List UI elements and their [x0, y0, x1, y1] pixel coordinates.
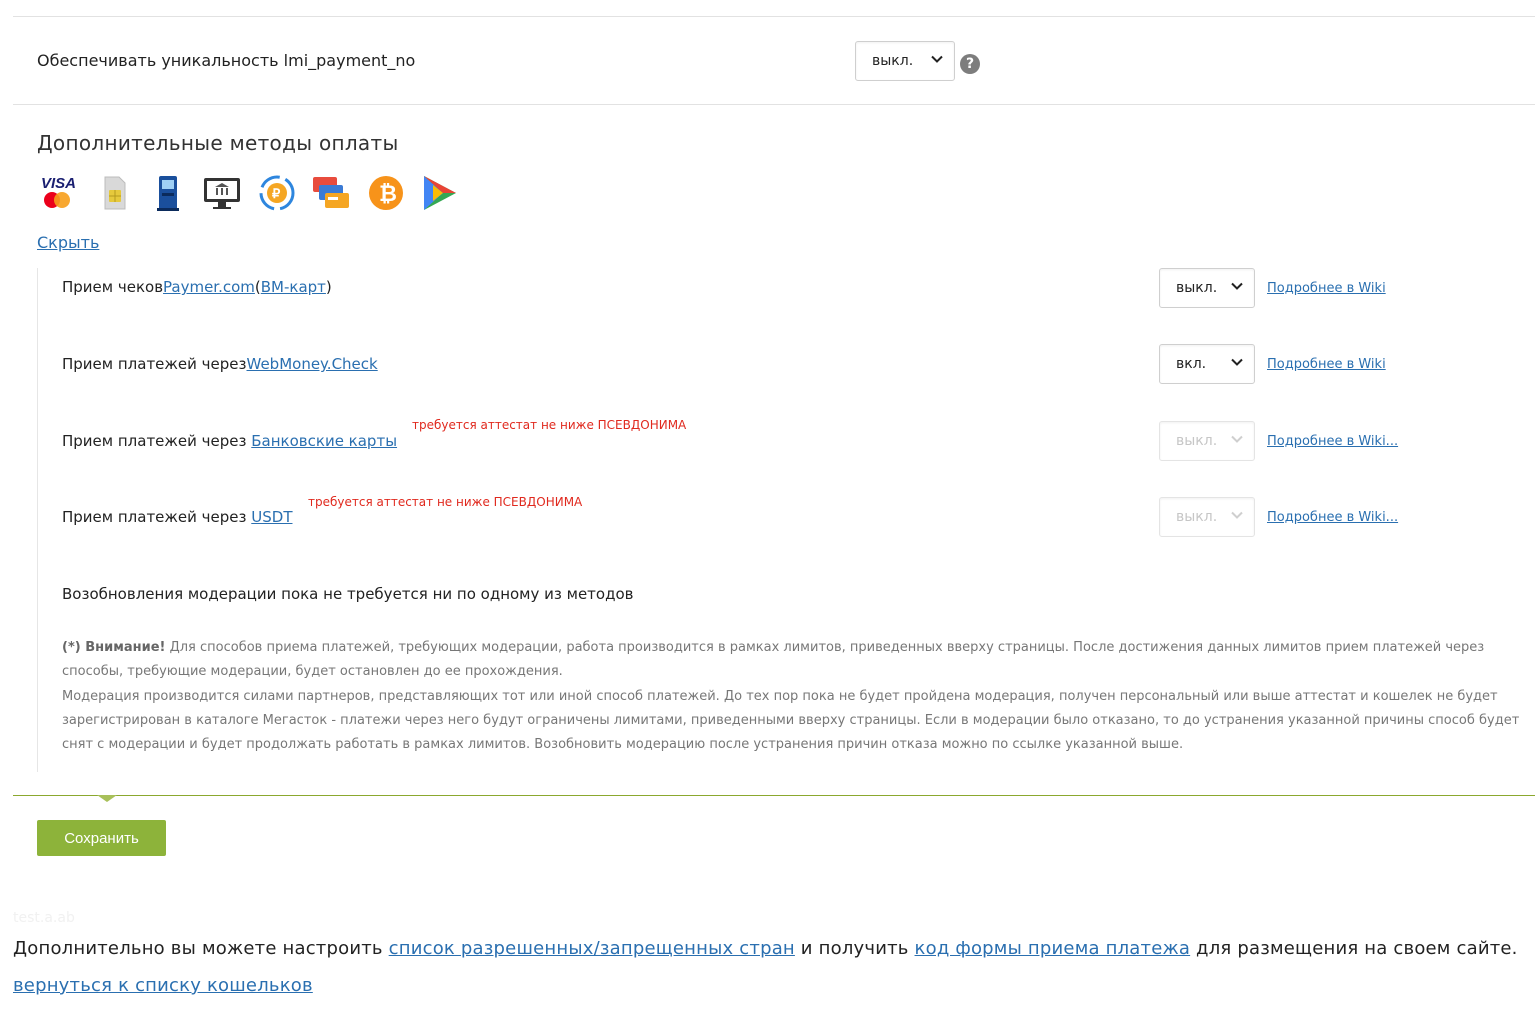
method-webmoney-check: Прием платежей черезWebMoney.Check [62, 355, 378, 373]
usdt-link[interactable]: USDT [251, 508, 292, 526]
section-title: Дополнительные методы оплаты [37, 131, 399, 155]
method-bank-cards: Прием платежей через Банковские карты [62, 432, 397, 450]
method-usdt: Прием платежей через USDT [62, 508, 292, 526]
chevron-down-icon [1231, 511, 1243, 519]
usdt-select: выкл. [1159, 497, 1255, 537]
section-divider [13, 104, 1535, 105]
play-market-icon [424, 176, 456, 210]
methods-panel-border [37, 268, 38, 772]
attention-label: (*) Внимание! [62, 640, 166, 655]
attention-text-1: Для способов приема платежей, требующих … [62, 640, 1485, 680]
webmoney-check-link[interactable]: WebMoney.Check [247, 355, 378, 373]
uniqueness-label: Обеспечивать уникальность lmi_payment_no [37, 51, 416, 70]
method-paymer: Прием чековPaymer.com(ВМ-карт) [62, 278, 332, 296]
bank-icon [204, 178, 240, 209]
save-button[interactable]: Сохранить [37, 820, 166, 856]
usdt-select-value: выкл. [1176, 509, 1218, 525]
bottom-text-2: и получить [794, 938, 915, 959]
paymer-link[interactable]: Paymer.com [163, 278, 255, 296]
bank-cards-select-value: выкл. [1176, 433, 1218, 449]
moderation-status: Возобновления модерации пока не требуетс… [62, 585, 634, 603]
svg-text:₽: ₽ [272, 186, 281, 201]
bank-cards-select: выкл. [1159, 421, 1255, 461]
bottom-info: Дополнительно вы можете настроить список… [13, 938, 1518, 959]
bank-cards-wiki-link[interactable]: Подробнее в Wiki... [1267, 434, 1398, 449]
paymer-select-value: выкл. [1176, 280, 1218, 296]
bank-cards-link[interactable]: Банковские карты [251, 432, 397, 450]
method-paymer-label: Прием чеков [62, 278, 164, 296]
method-usdt-label: Прием платежей через [62, 508, 252, 526]
countries-list-link[interactable]: список разрешенных/запрещенных стран [389, 938, 795, 959]
uniqueness-select-value: выкл. [872, 53, 914, 69]
wm-cards-link[interactable]: ВМ-карт [261, 278, 326, 296]
payment-form-code-link[interactable]: код формы приема платежа [915, 938, 1191, 959]
method-paymer-paren-close: ) [325, 278, 332, 296]
chevron-down-icon [1231, 282, 1243, 290]
svg-text:VISA: VISA [41, 175, 76, 192]
chevron-down-icon [1231, 358, 1243, 366]
divider-pointer [97, 795, 117, 802]
help-icon[interactable]: ? [960, 54, 980, 74]
back-to-wallets-link[interactable]: вернуться к списку кошельков [13, 975, 313, 996]
bottom-text-1: Дополнительно вы можете настроить [13, 938, 389, 959]
currency-exchange-icon: ₽ [259, 175, 295, 211]
webmoney-check-select-value: вкл. [1176, 356, 1207, 372]
paymer-select[interactable]: выкл. [1159, 268, 1255, 308]
method-bank-cards-label: Прием платежей через [62, 432, 252, 450]
usdt-warning: требуется аттестат не ниже ПСЕВДОНИМА [308, 495, 583, 509]
method-webmoney-check-label: Прием платежей через [62, 355, 247, 373]
bitcoin-icon: ₿ [369, 176, 403, 210]
top-divider [13, 16, 1535, 17]
webmoney-check-wiki-link[interactable]: Подробнее в Wiki [1267, 357, 1386, 372]
hide-link[interactable]: Скрыть [37, 233, 99, 252]
usdt-wiki-link[interactable]: Подробнее в Wiki... [1267, 510, 1398, 525]
payment-terminal-icon [157, 176, 179, 211]
chevron-down-icon [931, 55, 943, 63]
bank-cards-warning: требуется аттестат не ниже ПСЕВДОНИМА [412, 418, 687, 432]
paymer-wiki-link[interactable]: Подробнее в Wiki [1267, 281, 1386, 296]
cards-stack-icon [313, 177, 349, 208]
form-divider [13, 795, 1535, 796]
bottom-text-3: для размещения на своем сайте. [1190, 938, 1518, 959]
uniqueness-select[interactable]: выкл. [855, 41, 955, 81]
sim-card-icon [104, 176, 126, 210]
faint-text: test.a.ab [13, 910, 75, 926]
attention-text-2: Модерация производится силами партнеров,… [62, 688, 1520, 753]
svg-text:₿: ₿ [379, 181, 397, 206]
attention-note: (*) Внимание! Для способов приема платеж… [62, 636, 1522, 757]
chevron-down-icon [1231, 435, 1243, 443]
visa-mastercard-icon: VISA [41, 175, 76, 208]
webmoney-check-select[interactable]: вкл. [1159, 344, 1255, 384]
